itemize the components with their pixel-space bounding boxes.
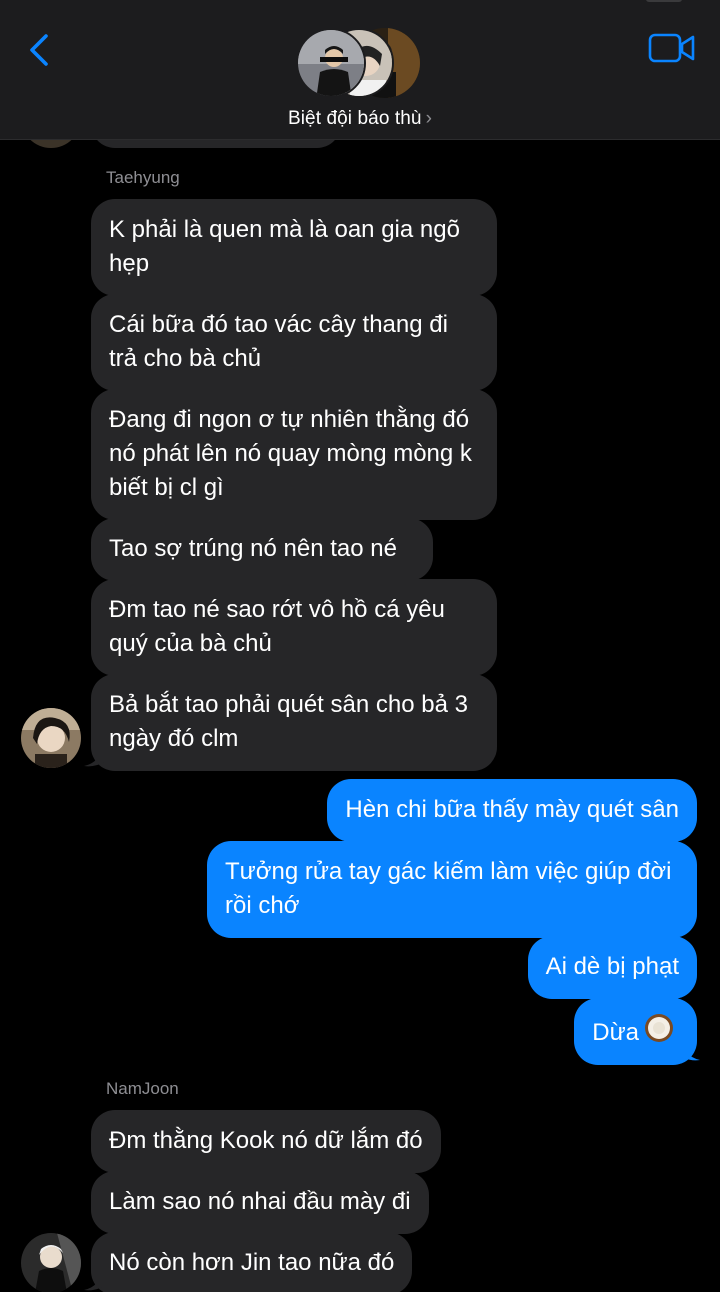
chevron-right-icon: › xyxy=(425,108,433,129)
chevron-left-icon xyxy=(30,34,48,66)
avatar-taehyung[interactable] xyxy=(21,708,81,768)
message-bubble[interactable]: Bả bắt tao phải quét sân cho bả 3 ngày đ… xyxy=(91,674,497,771)
chat-screen: Biệt đội báo thù › Taehyung K phải là que… xyxy=(0,0,720,1292)
sender-name: Taehyung xyxy=(106,168,180,187)
group-title[interactable]: Biệt đội báo thù › xyxy=(0,108,720,130)
bubble-tail xyxy=(84,1266,110,1291)
status-indicator xyxy=(646,0,682,2)
message-text: Dừa xyxy=(592,1019,639,1046)
message-bubble[interactable]: Làm sao nó nhai đầu mày đi xyxy=(91,1171,429,1234)
message-bubble[interactable]: Cái bữa đó tao vác cây thang đi trả cho … xyxy=(91,294,497,391)
message-bubble[interactable]: K phải là quen mà là oan gia ngõ hẹp xyxy=(91,199,497,296)
message-bubble-outgoing[interactable]: Ai dè bị phạt xyxy=(527,936,697,999)
message-bubble-outgoing[interactable]: Tưởng rửa tay gác kiếm làm việc giúp đời… xyxy=(207,841,697,938)
message-bubble[interactable]: Tao sợ trúng nó nên tao né xyxy=(91,518,433,581)
back-button[interactable] xyxy=(22,30,58,70)
message-bubble[interactable]: Đm tao né sao rớt vô hồ cá yêu quý của b… xyxy=(91,579,497,676)
group-avatar-stack[interactable] xyxy=(296,28,426,100)
coconut-emoji-icon xyxy=(645,1014,673,1042)
chat-header: Biệt đội báo thù › xyxy=(0,0,720,140)
bubble-tail-outgoing xyxy=(674,1036,700,1061)
sender-name: NamJoon xyxy=(106,1079,179,1098)
bubble-tail xyxy=(84,742,110,767)
video-call-button[interactable] xyxy=(648,32,696,64)
avatar-namjoon[interactable] xyxy=(21,1233,81,1292)
message-list[interactable]: Taehyung K phải là quen mà là oan gia ng… xyxy=(0,88,720,1292)
message-bubble-outgoing[interactable]: Hèn chi bữa thấy mày quét sân xyxy=(327,779,697,842)
group-name: Biệt đội báo thù xyxy=(287,108,422,129)
video-camera-icon xyxy=(648,33,695,63)
message-bubble[interactable]: Đang đi ngon ơ tự nhiên thằng đó nó phát… xyxy=(91,389,497,520)
message-bubble[interactable]: Đm thằng Kook nó dữ lắm đó xyxy=(91,1110,441,1173)
message-bubble[interactable]: Nó còn hơn Jin tao nữa đó xyxy=(91,1232,413,1292)
avatar xyxy=(296,28,366,98)
